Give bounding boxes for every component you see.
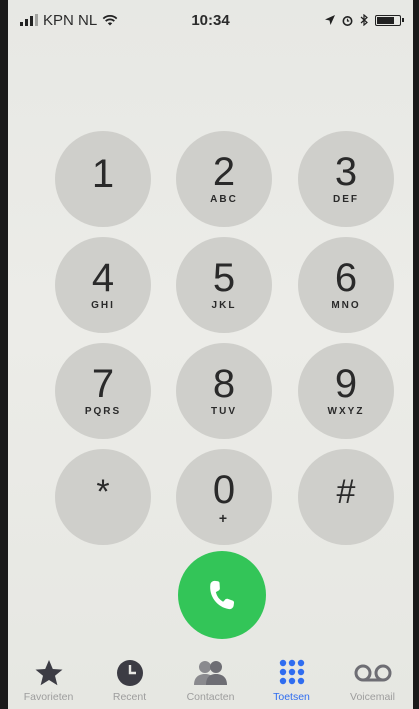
key-letters: PQRS xyxy=(84,406,122,417)
key-letters: MNO xyxy=(331,300,361,311)
key-6[interactable]: 6 MNO xyxy=(298,237,394,333)
key-5[interactable]: 5 JKL xyxy=(176,237,272,333)
key-digit: 2 xyxy=(212,150,236,194)
tab-label: Toetsen xyxy=(273,691,310,703)
key-letters: ABC xyxy=(210,194,238,205)
key-letters: GHI xyxy=(91,300,115,311)
key-digit: 9 xyxy=(334,362,358,406)
key-3[interactable]: 3 DEF xyxy=(298,131,394,227)
bluetooth-icon xyxy=(360,14,368,26)
key-digit: 3 xyxy=(334,150,358,194)
key-digit: 8 xyxy=(212,362,236,406)
signal-icon xyxy=(20,14,38,26)
tab-label: Contacten xyxy=(186,691,235,703)
phone-icon xyxy=(210,580,235,610)
key-7[interactable]: 7 PQRS xyxy=(55,343,151,439)
status-left: KPN NL xyxy=(20,12,118,29)
tab-label: Recent xyxy=(112,691,147,703)
alarm-icon xyxy=(342,15,353,26)
battery-level xyxy=(377,16,394,24)
key-letters: + xyxy=(218,510,230,526)
key-digit: 1 xyxy=(91,152,115,196)
carrier-name: KPN NL xyxy=(43,11,98,29)
tab-toetsen[interactable]: Toetsen xyxy=(252,650,332,703)
key-digit: 0 xyxy=(212,468,236,512)
key-2[interactable]: 2 ABC xyxy=(176,131,272,227)
tab-recent[interactable]: Recent xyxy=(90,650,170,703)
key-8[interactable]: 8 TUV xyxy=(176,343,272,439)
key-digit: 6 xyxy=(334,256,358,300)
wifi-icon xyxy=(102,14,118,26)
tab-contacten[interactable]: Contacten xyxy=(171,650,251,703)
key-digit: * xyxy=(96,473,110,511)
key-4[interactable]: 4 GHI xyxy=(55,237,151,333)
key-digit: 7 xyxy=(91,362,115,406)
key-letters: JKL xyxy=(211,300,237,311)
tab-label: Favorieten xyxy=(23,691,74,703)
phone-screen: KPN NL 10:34 1 2 ABC 3 DEF 4 GHI 5 JKL 6 MNO 7 PQRS 8… xyxy=(8,0,413,709)
battery-icon xyxy=(375,14,404,26)
clock-icon xyxy=(116,660,143,686)
key-letters: DEF xyxy=(333,194,359,205)
key-star[interactable]: * xyxy=(55,449,151,545)
tab-voicemail[interactable]: Voicemail xyxy=(333,650,413,703)
key-letters: WXYZ xyxy=(327,406,365,417)
status-right xyxy=(325,14,404,26)
tab-label: Voicemail xyxy=(350,691,395,703)
key-digit: 4 xyxy=(91,256,115,300)
key-0[interactable]: 0 + xyxy=(176,449,272,545)
key-1[interactable]: 1 xyxy=(55,131,151,227)
voicemail-icon xyxy=(354,664,391,682)
key-hash[interactable]: # xyxy=(298,449,394,545)
status-bar: KPN NL 10:34 xyxy=(8,0,413,40)
key-digit: # xyxy=(336,473,356,511)
keypad-icon xyxy=(279,659,304,685)
location-arrow-icon xyxy=(325,15,335,25)
contacts-icon xyxy=(193,661,227,685)
tab-favorieten[interactable]: Favorieten xyxy=(9,650,89,703)
call-button[interactable] xyxy=(178,551,266,639)
star-icon xyxy=(35,660,62,686)
key-letters: TUV xyxy=(211,406,237,417)
tab-bar: Favorieten Recent Contacten Toetsen Voic… xyxy=(8,650,413,709)
key-9[interactable]: 9 WXYZ xyxy=(298,343,394,439)
key-digit: 5 xyxy=(212,256,236,300)
